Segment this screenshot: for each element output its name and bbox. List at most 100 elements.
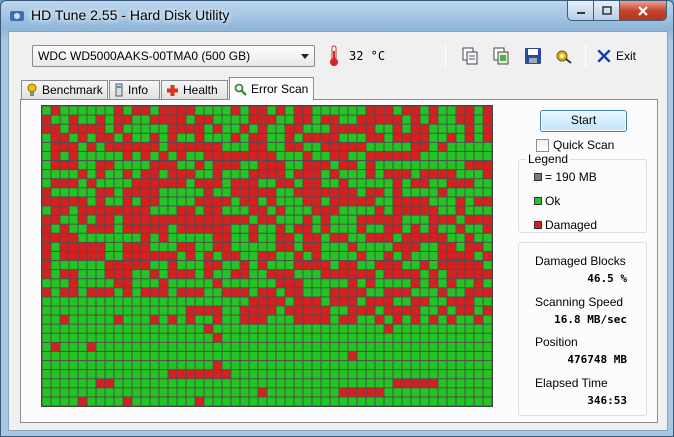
scan-block-damaged [267,251,276,261]
scan-block-ok [231,370,240,379]
scan-block-ok [483,333,492,342]
scan-block-ok [267,133,276,142]
copy-screenshot-icon[interactable] [492,47,510,65]
scan-block-damaged [483,197,492,206]
scan-block-ok [348,379,357,388]
scan-block-damaged [276,270,285,279]
scan-block-damaged [429,315,438,324]
scan-block-ok [474,361,483,370]
scan-block-ok [42,279,51,288]
tab-benchmark[interactable]: Benchmark [21,80,108,99]
scan-block-damaged [213,197,222,206]
quick-scan-option[interactable]: Quick Scan [536,138,614,152]
scan-block-damaged [411,115,420,124]
scan-block-damaged [105,215,114,224]
scan-block-damaged [348,142,357,151]
scan-block-damaged [123,242,132,251]
scan-block-ok [222,188,231,197]
scan-block-ok [312,324,321,333]
scan-block-damaged [366,306,375,315]
scan-block-damaged [456,306,465,315]
scan-block-damaged [213,170,222,179]
scan-block-ok [402,297,411,306]
scan-block-damaged [177,270,186,279]
scan-block-ok [321,397,330,406]
scan-block-damaged [294,297,303,306]
scan-block-damaged [258,288,267,297]
scan-block-damaged [465,270,474,279]
scan-block-ok [69,224,78,233]
scan-block-ok [267,242,276,251]
scan-block-ok [132,351,141,361]
scan-block-damaged [78,170,87,179]
scan-block-ok [267,361,276,370]
scan-block-ok [267,279,276,288]
scan-block-damaged [78,124,87,133]
scan-block-ok [141,351,150,361]
scan-block-ok [240,251,249,261]
scan-block-ok [348,370,357,379]
scan-block-ok [267,179,276,188]
scan-block-ok [150,333,159,342]
scan-block-ok [429,351,438,361]
scan-block-ok [159,124,168,133]
start-button[interactable]: Start [540,110,627,132]
scan-block-ok [51,188,60,197]
drive-select[interactable]: WDC WD5000AAKS-00TMA0 (500 GB) [32,45,315,67]
scan-block-damaged [483,270,492,279]
save-icon[interactable] [524,47,542,65]
scan-block-ok [411,251,420,261]
scan-block-ok [159,261,168,270]
scan-block-damaged [150,288,159,297]
close-button[interactable] [620,1,667,21]
tab-info[interactable]: Info [109,80,160,99]
scan-block-damaged [51,233,60,242]
scan-block-ok [438,279,447,288]
scan-block-ok [105,388,114,397]
scan-block-ok [159,333,168,342]
scan-block-damaged [222,215,231,224]
scan-block-ok [420,288,429,297]
scan-block-ok [60,297,69,306]
tab-error-scan[interactable]: Error Scan [229,77,314,100]
scan-block-ok [204,315,213,324]
scan-block-damaged [474,288,483,297]
scan-block-damaged [357,224,366,233]
options-icon[interactable] [555,47,573,65]
scan-block-ok [249,161,258,170]
scan-block-ok [87,215,96,224]
scan-block-ok [114,324,123,333]
scan-block-ok [438,361,447,370]
scan-block-damaged [267,270,276,279]
scan-block-ok [321,197,330,206]
scan-block-damaged [465,306,474,315]
scan-block-ok [420,106,429,115]
scan-block-ok [42,342,51,351]
scan-block-ok [474,179,483,188]
minimize-button[interactable] [567,1,594,21]
scan-block-damaged [168,370,177,379]
scan-block-damaged [348,270,357,279]
scan-block-damaged [267,197,276,206]
scan-block-ok [321,361,330,370]
scan-block-ok [411,288,420,297]
scan-block-damaged [114,142,123,151]
copy-info-icon[interactable] [461,47,479,65]
maximize-button[interactable] [594,1,620,21]
scan-block-ok [447,233,456,242]
scan-block-ok [195,388,204,397]
scan-block-ok [240,242,249,251]
quick-scan-checkbox[interactable] [536,138,549,152]
scan-block-ok [159,315,168,324]
scan-block-damaged [267,297,276,306]
scan-block-ok [105,342,114,351]
scan-block-ok [195,170,204,179]
tab-health[interactable]: Health [161,80,228,99]
scan-block-damaged [132,251,141,261]
exit-button[interactable]: Exit [597,46,636,66]
scan-block-damaged [384,306,393,315]
scan-block-ok [96,342,105,351]
scan-block-ok [384,315,393,324]
scan-block-damaged [384,270,393,279]
scan-block-damaged [258,142,267,151]
